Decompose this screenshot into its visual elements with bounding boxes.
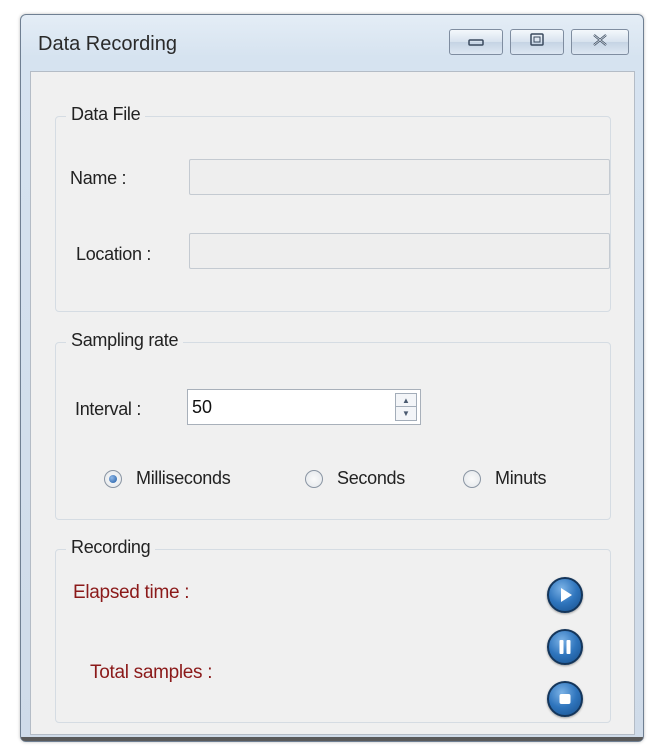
sampling-rate-group: Sampling rate Interval : 50 ▲ ▼ Millisec… [55, 330, 611, 520]
window-client-area: Data File Name : Location : Sampling rat… [30, 71, 635, 735]
stop-button[interactable] [547, 681, 583, 717]
elapsed-time-label: Elapsed time : [73, 582, 190, 603]
name-field[interactable] [189, 159, 610, 195]
play-button[interactable] [547, 577, 583, 613]
location-label: Location : [76, 244, 152, 264]
seconds-label[interactable]: Seconds [337, 468, 405, 489]
maximize-button[interactable] [510, 29, 564, 55]
minimize-icon [467, 33, 485, 51]
name-label: Name : [70, 168, 127, 188]
total-samples-label: Total samples : [90, 662, 213, 683]
recording-legend: Recording [66, 537, 156, 558]
maximize-icon [529, 32, 545, 52]
close-icon [591, 33, 609, 52]
minuts-radio[interactable] [463, 470, 481, 488]
interval-value: 50 [192, 397, 213, 417]
sampling-rate-legend: Sampling rate [66, 330, 184, 351]
pause-icon [559, 640, 571, 654]
interval-label: Interval : [75, 399, 142, 419]
pause-button[interactable] [547, 629, 583, 665]
data-file-legend: Data File [66, 104, 146, 125]
play-icon [561, 588, 572, 602]
interval-stepper[interactable]: 50 ▲ ▼ [187, 389, 421, 425]
location-field[interactable] [189, 233, 610, 269]
minuts-label[interactable]: Minuts [495, 468, 547, 489]
spin-up-icon[interactable]: ▲ [396, 394, 416, 407]
seconds-radio[interactable] [305, 470, 323, 488]
spin-down-icon[interactable]: ▼ [396, 407, 416, 420]
stop-icon [559, 694, 571, 704]
recording-group: Recording Elapsed time : Total samples : [55, 537, 611, 723]
minimize-button[interactable] [449, 29, 503, 55]
window-title: Data Recording [38, 33, 177, 55]
data-file-group: Data File Name : Location : [55, 104, 611, 312]
milliseconds-radio[interactable] [104, 470, 122, 488]
interval-spin-buttons[interactable]: ▲ ▼ [395, 393, 417, 421]
milliseconds-label[interactable]: Milliseconds [136, 468, 231, 489]
data-recording-window: Data Recording Data File Name : Location… [20, 14, 644, 742]
close-button[interactable] [571, 29, 629, 55]
